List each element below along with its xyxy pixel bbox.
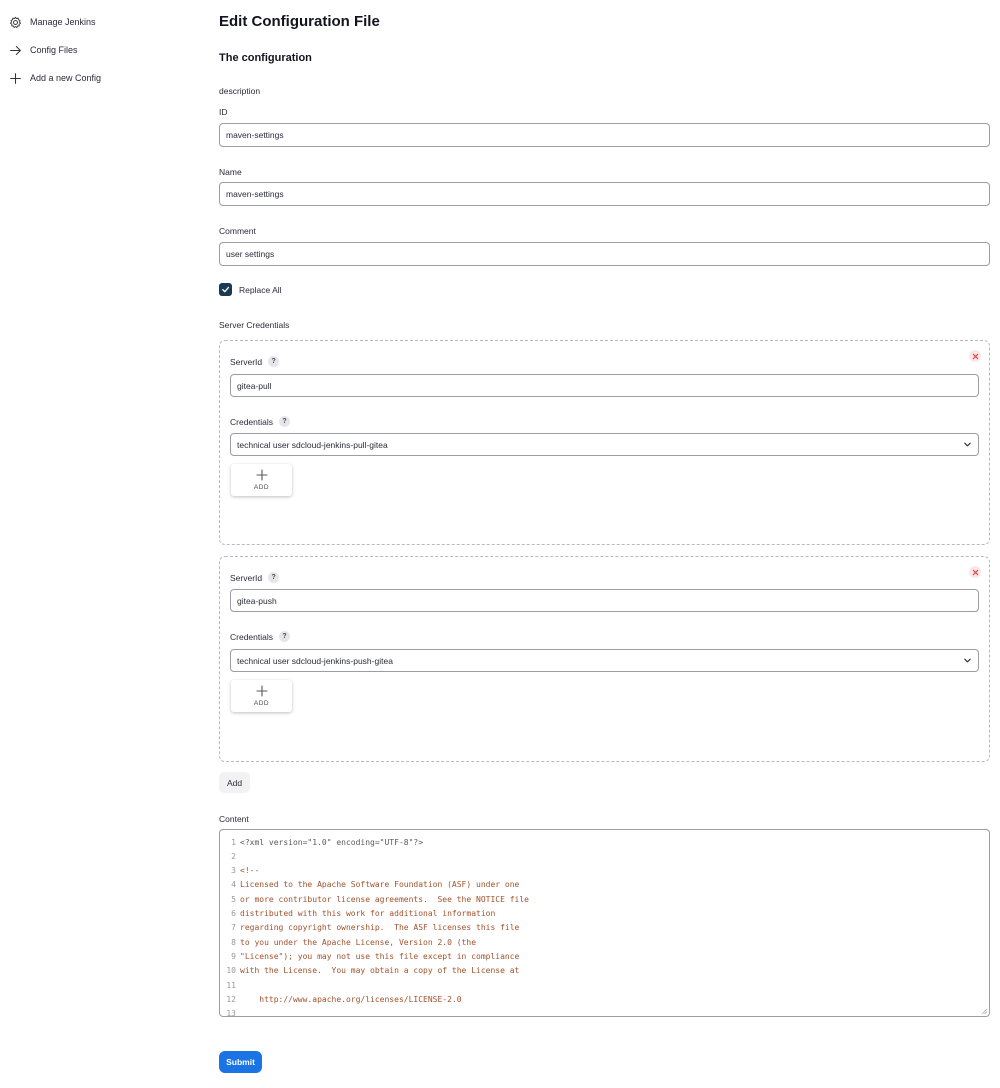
add-server-button[interactable]: Add — [219, 772, 250, 793]
id-field[interactable]: maven-settings — [219, 123, 990, 147]
check-icon — [222, 286, 230, 293]
line-number: 1 — [231, 837, 236, 847]
sidebar-item-label: Config Files — [30, 45, 78, 55]
credentials-select[interactable]: technical user sdcloud-jenkins-push-gite… — [230, 649, 979, 672]
sidebar-item-label: Add a new Config — [30, 73, 102, 83]
line-number: 11 — [226, 980, 236, 990]
serverid-field[interactable]: gitea-pull — [230, 374, 979, 397]
chevron-down-icon — [964, 658, 971, 663]
code-text: with the License. You may obtain a copy … — [240, 966, 520, 976]
resize-handle-icon — [981, 1008, 987, 1014]
id-label: ID — [219, 107, 228, 117]
line-number: 10 — [226, 966, 236, 976]
credentials-label-text: Credentials — [230, 416, 273, 427]
comment-field[interactable]: user settings — [219, 242, 990, 266]
line-number: 4 — [231, 880, 236, 890]
replace-all-row: Replace All — [219, 283, 282, 296]
credentials-label: Credentials ? — [230, 631, 290, 642]
arrow-right-icon — [8, 43, 22, 57]
code-text: <?xml version="1.0" encoding="UTF-8"?> — [240, 837, 424, 847]
serverid-label-text: ServerId — [230, 572, 263, 583]
help-icon[interactable]: ? — [268, 572, 280, 583]
submit-button[interactable]: Submit — [219, 1051, 262, 1073]
sidebar-item-label: Manage Jenkins — [30, 17, 96, 27]
plus-icon — [255, 685, 268, 697]
code-text: distributed with this work for additiona… — [240, 909, 496, 918]
code-line: 12 http://www.apache.org/licenses/LICENS… — [220, 992, 462, 1006]
add-credentials-button[interactable]: ADD — [231, 464, 292, 496]
name-label: Name — [219, 167, 242, 177]
server-credentials-label: Server Credentials — [219, 320, 290, 330]
line-number: 12 — [226, 994, 236, 1004]
credentials-selected-value: technical user sdcloud-jenkins-pull-gite… — [237, 439, 388, 450]
line-number: 5 — [231, 894, 236, 904]
code-line: 3 <!-- — [220, 864, 259, 878]
code-line: 11 — [220, 978, 240, 992]
gear-icon — [8, 15, 22, 29]
line-number: 13 — [226, 1009, 236, 1017]
code-line: 7 regarding copyright ownership. The ASF … — [220, 921, 519, 935]
code-line: 8 to you under the Apache License, Versio… — [220, 935, 476, 949]
serverid-label: ServerId ? — [230, 572, 280, 583]
code-text: regarding copyright ownership. The ASF l… — [240, 923, 520, 933]
add-credentials-label: ADD — [253, 700, 270, 707]
code-line: 5 or more contributor license agreements.… — [220, 892, 529, 906]
code-line: 6 distributed with this work for addition… — [220, 907, 495, 921]
plus-icon — [255, 469, 268, 481]
sidebar-item-config-files[interactable]: Config Files — [8, 40, 78, 60]
content-label: Content — [219, 814, 249, 824]
code-text: "License"); you may not use this file ex… — [240, 951, 520, 961]
code-text: or more contributor license agreements. … — [240, 894, 529, 904]
add-credentials-label: ADD — [253, 484, 270, 491]
help-icon[interactable]: ? — [268, 356, 280, 367]
sidebar-item-add-config[interactable]: Add a new Config — [8, 68, 101, 88]
code-text: http://www.apache.org/licenses/LICENSE-2… — [240, 994, 462, 1004]
serverid-field[interactable]: gitea-push — [230, 589, 979, 612]
name-field[interactable]: maven-settings — [219, 182, 990, 206]
code-text: <!-- — [240, 866, 260, 876]
credentials-label: Credentials ? — [230, 416, 290, 427]
delete-server-button[interactable] — [969, 566, 981, 578]
line-number: 3 — [231, 866, 236, 876]
line-number: 7 — [231, 923, 236, 933]
credentials-selected-value: technical user sdcloud-jenkins-push-gite… — [237, 655, 393, 666]
comment-label: Comment — [219, 226, 256, 236]
close-icon — [972, 353, 978, 359]
content-editor[interactable]: 1 <?xml version="1.0" encoding="UTF-8"?> 2… — [219, 829, 990, 1017]
delete-server-button[interactable] — [969, 350, 981, 362]
help-icon[interactable]: ? — [279, 631, 290, 642]
code-text: Licensed to the Apache Software Foundati… — [240, 880, 520, 890]
server-credential-block: ServerId ? gitea-push Credentials ? tech… — [219, 556, 990, 762]
serverid-label-text: ServerId — [230, 356, 263, 367]
add-credentials-button[interactable]: ADD — [231, 680, 292, 712]
code-line: 13 — [220, 1007, 240, 1017]
code-line: 10 with the License. You may obtain a cop… — [220, 964, 519, 978]
close-icon — [972, 569, 978, 575]
section-title: The configuration — [219, 52, 312, 64]
server-credential-block: ServerId ? gitea-pull Credentials ? tech… — [219, 340, 990, 545]
sidebar-item-manage-jenkins[interactable]: Manage Jenkins — [8, 12, 96, 32]
help-icon[interactable]: ? — [279, 416, 290, 427]
line-number: 6 — [231, 909, 236, 918]
line-number: 8 — [231, 937, 236, 947]
replace-all-label: Replace All — [239, 284, 282, 295]
chevron-down-icon — [964, 442, 971, 447]
page-title: Edit Configuration File — [219, 13, 380, 30]
line-number: 2 — [231, 851, 236, 861]
description-label: description — [219, 86, 261, 96]
serverid-label: ServerId ? — [230, 356, 280, 367]
credentials-label-text: Credentials — [230, 631, 273, 642]
code-line: 9 "License"); you may not use this file e… — [220, 949, 519, 963]
plus-icon — [8, 71, 22, 85]
code-text: to you under the Apache License, Version… — [240, 937, 477, 947]
code-line: 2 — [220, 849, 240, 863]
line-number: 9 — [231, 951, 236, 961]
replace-all-checkbox[interactable] — [219, 283, 232, 296]
credentials-select[interactable]: technical user sdcloud-jenkins-pull-gite… — [230, 433, 979, 456]
code-line: 4 Licensed to the Apache Software Foundat… — [220, 878, 519, 892]
code-line: 1 <?xml version="1.0" encoding="UTF-8"?> — [220, 835, 423, 849]
